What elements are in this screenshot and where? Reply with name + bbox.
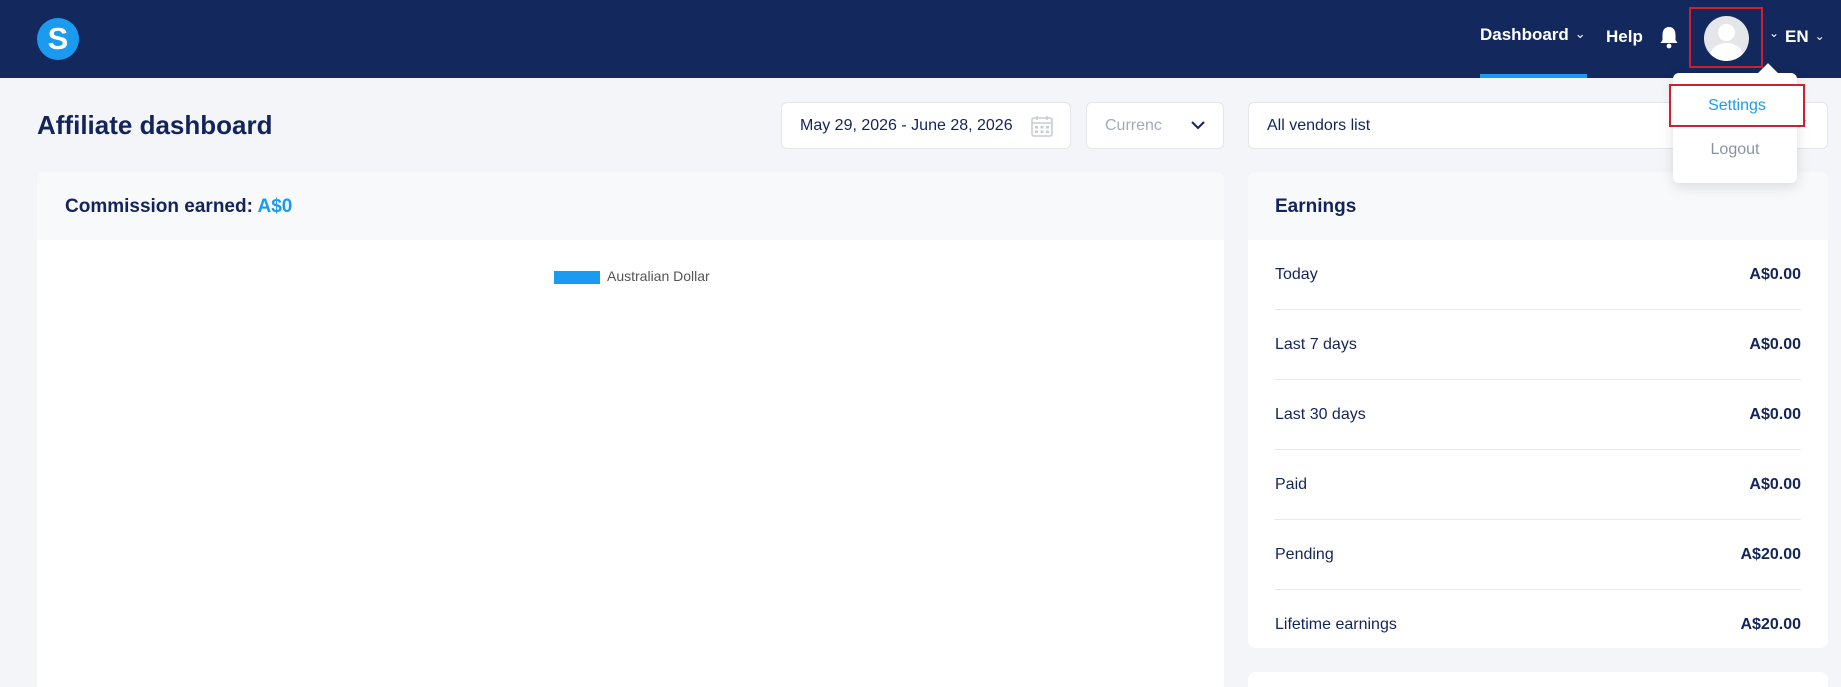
earnings-value: A$0.00 bbox=[1749, 265, 1801, 283]
user-dropdown-menu: Settings Logout bbox=[1669, 63, 1805, 183]
top-navbar: S Dashboard ⌄ Help ⌄ EN ⌄ bbox=[0, 0, 1841, 78]
earnings-label: Last 30 days bbox=[1275, 405, 1366, 423]
bell-icon[interactable] bbox=[1658, 25, 1680, 49]
language-selector[interactable]: EN ⌄ bbox=[1785, 27, 1825, 47]
earnings-label: Last 7 days bbox=[1275, 335, 1357, 353]
vendor-value: All vendors list bbox=[1267, 117, 1371, 134]
legend-label: Australian Dollar bbox=[607, 268, 710, 284]
commission-label: Commission earned: bbox=[65, 196, 253, 217]
earnings-value: A$0.00 bbox=[1749, 335, 1801, 353]
avatar-icon bbox=[1704, 16, 1749, 61]
currency-placeholder: Currenc bbox=[1105, 117, 1162, 134]
earnings-label: Paid bbox=[1275, 475, 1308, 493]
commission-amount: A$0 bbox=[257, 196, 293, 217]
earnings-value: A$0.00 bbox=[1749, 475, 1801, 493]
nav-dashboard-label: Dashboard bbox=[1480, 25, 1569, 44]
commission-header: Commission earned: A$0 bbox=[37, 172, 1224, 240]
nav-active-indicator bbox=[1480, 74, 1587, 78]
page-title: Affiliate dashboard bbox=[37, 110, 273, 140]
chevron-down-icon: ⌄ bbox=[1814, 29, 1825, 43]
nav-dashboard[interactable]: Dashboard ⌄ bbox=[1480, 25, 1586, 45]
chart-legend[interactable]: Australian Dollar bbox=[554, 268, 710, 284]
earnings-value: A$20.00 bbox=[1740, 616, 1802, 633]
legend-swatch bbox=[554, 270, 600, 284]
earnings-row-last-7-days: Last 7 days A$0.00 bbox=[1275, 310, 1801, 380]
logo[interactable]: S bbox=[37, 18, 79, 60]
nav-help[interactable]: Help bbox=[1606, 27, 1643, 47]
currency-select[interactable]: Currenc bbox=[1086, 102, 1224, 149]
menu-item-settings[interactable]: Settings bbox=[1669, 84, 1805, 127]
earnings-row-paid: Paid A$0.00 bbox=[1275, 450, 1801, 520]
earnings-value: A$0.00 bbox=[1749, 405, 1801, 423]
chevron-down-icon: ⌄ bbox=[1574, 26, 1586, 41]
date-range-value: May 29, 2026 - June 28, 2026 bbox=[800, 117, 1013, 134]
earnings-label: Lifetime earnings bbox=[1275, 616, 1397, 633]
earnings-value: A$20.00 bbox=[1740, 545, 1802, 563]
earnings-label: Today bbox=[1275, 265, 1318, 283]
calendar-icon bbox=[1031, 116, 1053, 137]
commission-card: Commission earned: A$0 Australian Dollar bbox=[37, 172, 1224, 687]
earnings-row-pending: Pending A$20.00 bbox=[1275, 520, 1801, 590]
menu-item-logout[interactable]: Logout bbox=[1673, 141, 1797, 159]
earnings-row-lifetime: Lifetime earnings A$20.00 bbox=[1275, 590, 1801, 648]
language-label: EN bbox=[1785, 27, 1809, 46]
chevron-down-icon[interactable]: ⌄ bbox=[1769, 26, 1779, 40]
earnings-row-today: Today A$0.00 bbox=[1275, 240, 1801, 310]
date-range-picker[interactable]: May 29, 2026 - June 28, 2026 bbox=[781, 102, 1071, 149]
earnings-label: Pending bbox=[1275, 545, 1334, 563]
earnings-row-last-30-days: Last 30 days A$0.00 bbox=[1275, 380, 1801, 450]
earnings-card: Earnings Today A$0.00 Last 7 days A$0.00… bbox=[1248, 172, 1828, 648]
user-avatar-button[interactable] bbox=[1689, 7, 1763, 68]
secondary-card bbox=[1248, 672, 1828, 687]
chevron-down-icon bbox=[1191, 121, 1205, 130]
